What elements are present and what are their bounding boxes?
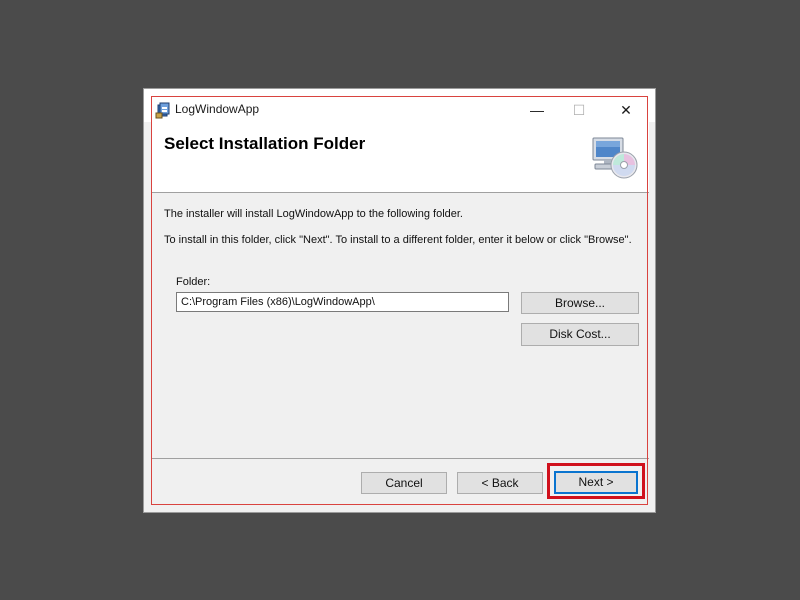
install-instructions: To install in this folder, click "Next".… bbox=[164, 234, 632, 246]
installer-app-icon bbox=[155, 101, 173, 119]
close-button[interactable]: ✕ bbox=[603, 97, 649, 123]
back-button[interactable]: < Back bbox=[457, 472, 543, 494]
installer-window: LogWindowApp — ☐ ✕ Select Installation F… bbox=[143, 88, 656, 513]
browse-button[interactable]: Browse... bbox=[521, 292, 639, 314]
wizard-footer: Cancel < Back Next > bbox=[152, 458, 649, 507]
cancel-button[interactable]: Cancel bbox=[361, 472, 447, 494]
maximize-button[interactable]: ☐ bbox=[556, 97, 602, 123]
computer-disc-icon bbox=[591, 136, 639, 180]
wizard-header: Select Installation Folder bbox=[152, 122, 649, 193]
install-description: The installer will install LogWindowApp … bbox=[164, 208, 463, 220]
window-title: LogWindowApp bbox=[175, 102, 260, 116]
folder-path-input[interactable] bbox=[176, 292, 509, 312]
title-bar[interactable]: LogWindowApp — ☐ ✕ bbox=[144, 89, 655, 122]
next-button-highlight: Next > bbox=[547, 463, 645, 499]
folder-label: Folder: bbox=[176, 276, 211, 288]
disk-cost-button[interactable]: Disk Cost... bbox=[521, 323, 639, 346]
next-button[interactable]: Next > bbox=[554, 471, 638, 494]
page-title: Select Installation Folder bbox=[164, 134, 366, 153]
minimize-button[interactable]: — bbox=[514, 97, 560, 123]
wizard-body: The installer will install LogWindowApp … bbox=[152, 193, 649, 458]
